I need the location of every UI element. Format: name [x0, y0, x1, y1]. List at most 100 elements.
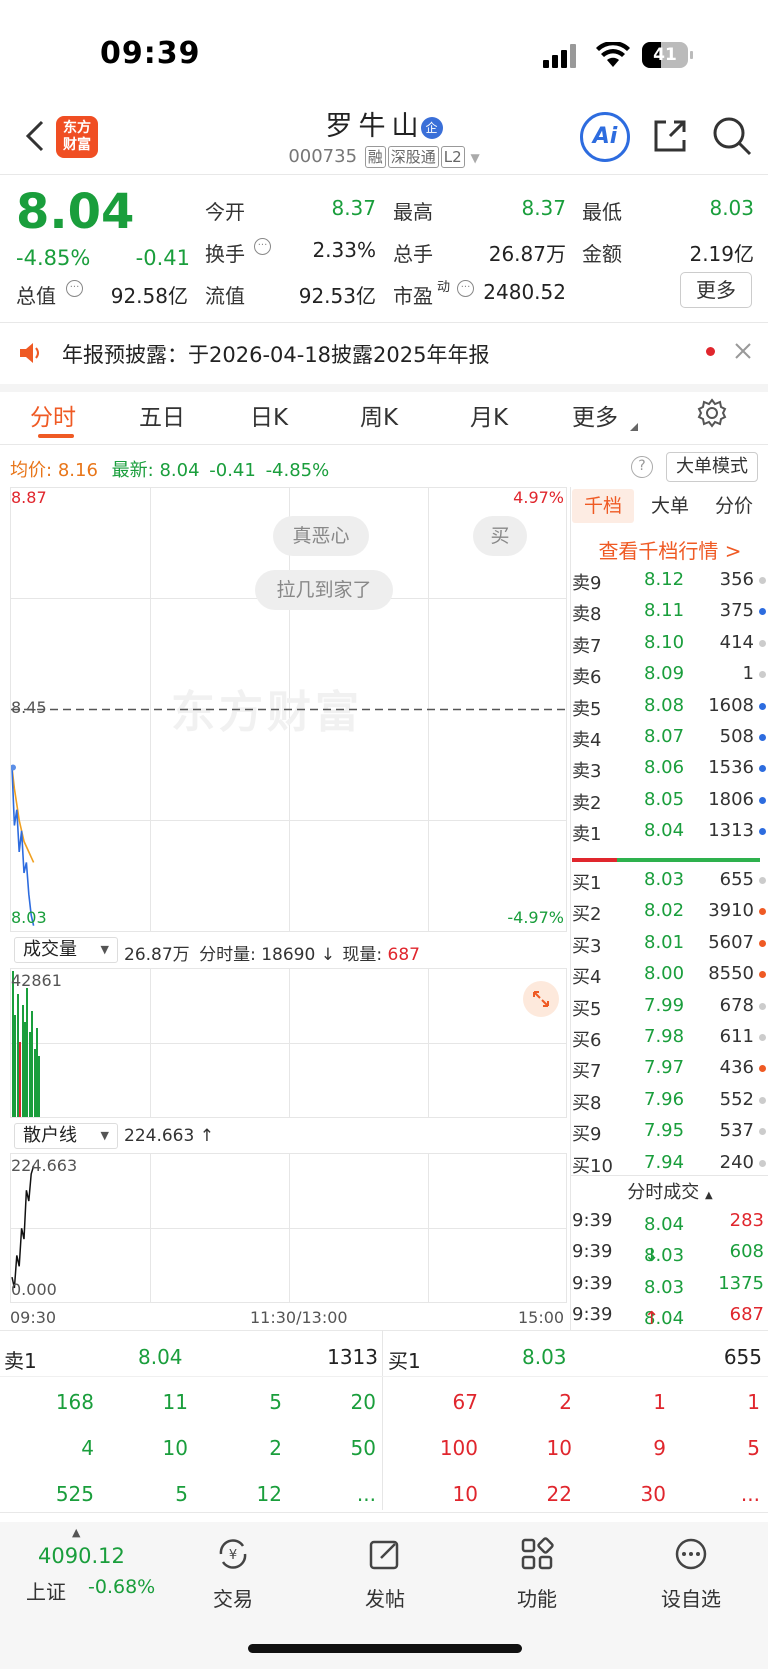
ask-price: 8.09: [644, 663, 685, 685]
danmaku-2[interactable]: 买: [473, 516, 527, 556]
queue-buy-cell: 10: [546, 1436, 572, 1460]
settings-gear-icon[interactable]: [697, 398, 727, 428]
ask-row[interactable]: 卖8 8.11 375: [572, 596, 768, 627]
index-expand-icon[interactable]: ▲: [72, 1526, 80, 1539]
ask-price: 8.10: [644, 631, 685, 653]
tick-time: 9:39: [572, 1304, 613, 1326]
sanhu-dropdown[interactable]: 散户线 ▼: [14, 1123, 118, 1149]
ask-row[interactable]: 卖3 8.06 1536: [572, 753, 768, 784]
tab-monthly-k[interactable]: 月K: [470, 398, 508, 432]
bid-row[interactable]: 买9 7.95 537: [572, 1116, 768, 1147]
more-button[interactable]: 更多: [680, 272, 752, 308]
danmaku-1[interactable]: 真恶心: [273, 516, 369, 556]
trade-icon: ¥: [219, 1539, 247, 1569]
chart-pct-bottom: -4.97%: [507, 908, 564, 927]
status-time: 09:39: [100, 36, 201, 71]
search-icon[interactable]: [710, 114, 754, 158]
ask-row[interactable]: 卖9 8.12 356: [572, 565, 768, 596]
orderbook-tab-fenjia[interactable]: 分价: [704, 489, 764, 523]
bid-row[interactable]: 买2 8.02 3910: [572, 896, 768, 927]
functions-icon: [521, 1537, 554, 1570]
bid-volume: 3910: [708, 900, 754, 922]
share-icon[interactable]: [650, 116, 690, 156]
bid-label: 买2: [572, 904, 602, 926]
queue-buy-cell: 67: [452, 1390, 478, 1414]
ask-label: 卖5: [572, 698, 602, 720]
bid-row[interactable]: 买10 7.94 240: [572, 1148, 768, 1179]
tick-time: 9:39: [572, 1210, 613, 1231]
bid-row[interactable]: 买1 8.03 655: [572, 865, 768, 896]
help-icon[interactable]: ?: [631, 456, 653, 478]
tab-daily-k[interactable]: 日K: [250, 398, 288, 432]
turnover-info-icon[interactable]: ···: [254, 238, 271, 255]
nav-post[interactable]: 发帖: [330, 1536, 440, 1612]
bid-row[interactable]: 买6 7.98 611: [572, 1022, 768, 1053]
queue-buy-cell: ...: [740, 1482, 760, 1506]
bid-label: 买9: [572, 1124, 602, 1146]
tab-five-day[interactable]: 五日: [139, 398, 185, 432]
quote-label-total-cap: 总值: [16, 284, 56, 308]
ai-button[interactable]: Ai: [580, 112, 630, 162]
home-indicator: [248, 1644, 522, 1653]
expand-icon[interactable]: [523, 981, 559, 1017]
price-chart[interactable]: 东方财富 8.87 8.45 8.03 4.97% -4.97% 真恶心 买 拉…: [10, 487, 567, 932]
chart-y-mid: 8.45: [11, 698, 47, 717]
queue-sell-cell: 12: [256, 1482, 282, 1506]
nav-functions[interactable]: 功能: [482, 1536, 592, 1612]
notice-text[interactable]: 年报预披露：于2026-04-18披露2025年年报: [62, 339, 489, 369]
danmaku-3[interactable]: 拉几到家了: [255, 570, 393, 610]
quote-label-open: 今开: [205, 200, 245, 224]
bid-label: 买10: [572, 1155, 613, 1177]
nav-trade[interactable]: ¥ 交易: [178, 1536, 288, 1612]
view-qiandang-link[interactable]: 查看千档行情 >: [572, 535, 768, 564]
queue-buy-cell: 100: [439, 1436, 478, 1460]
ask-row[interactable]: 卖5 8.08 1608: [572, 691, 768, 722]
ask-row[interactable]: 卖6 8.09 1: [572, 659, 768, 690]
ask-dot: [759, 671, 766, 679]
bid-row[interactable]: 买4 8.00 8550: [572, 959, 768, 990]
ask-volume: 1: [742, 663, 754, 685]
avg-price: 8.16: [57, 460, 98, 481]
ticks-title[interactable]: 分时成交 ▲: [572, 1178, 768, 1204]
ask-row[interactable]: 卖1 8.04 1313: [572, 816, 768, 847]
dropdown-icon[interactable]: ▼: [470, 151, 479, 165]
bid-dot: [759, 1002, 766, 1010]
ask-price: 8.11: [644, 600, 685, 622]
tick-volume: 1375: [718, 1272, 764, 1294]
tab-fenshi[interactable]: 分时: [30, 398, 76, 432]
queue-sell-volume: 1313: [327, 1345, 378, 1369]
queue-buy-cell: 1: [653, 1390, 666, 1414]
close-icon[interactable]: [734, 342, 752, 360]
ask-row[interactable]: 卖4 8.07 508: [572, 722, 768, 753]
orderbook-tab-qiandang[interactable]: 千档: [572, 489, 634, 523]
tab-more[interactable]: 更多: [572, 398, 618, 432]
bid-volume: 436: [719, 1057, 754, 1079]
bid-row[interactable]: 买3 8.01 5607: [572, 928, 768, 959]
ask-dot: [759, 577, 766, 584]
bid-price: 8.01: [644, 931, 685, 953]
quote-value-float-cap: 92.53亿: [298, 284, 376, 308]
bid-label: 买3: [572, 935, 602, 957]
ask-price: 8.05: [644, 788, 685, 810]
pe-superscript: 动: [437, 280, 451, 295]
ask-row[interactable]: 卖7 8.10 414: [572, 628, 768, 659]
ask-volume: 1608: [708, 694, 754, 716]
bid-row[interactable]: 买5 7.99 678: [572, 991, 768, 1022]
signal-icon: [543, 44, 583, 68]
orderbook-tab-dadan[interactable]: 大单: [640, 489, 700, 523]
ask-volume: 1536: [708, 757, 754, 779]
tab-weekly-k[interactable]: 周K: [360, 398, 398, 432]
volume-dropdown[interactable]: 成交量 ▼: [14, 937, 118, 963]
quote-value-low: 8.03: [709, 196, 754, 220]
nav-add-watchlist[interactable]: 设自选: [636, 1536, 746, 1612]
queue-buy-cell: 9: [653, 1436, 666, 1460]
queue-buy-cell: 2: [559, 1390, 572, 1414]
bid-row[interactable]: 买8 7.96 552: [572, 1085, 768, 1116]
ask-row[interactable]: 卖2 8.05 1806: [572, 785, 768, 816]
big-order-mode-button[interactable]: 大单模式: [666, 452, 758, 482]
bid-row[interactable]: 买7 7.97 436: [572, 1053, 768, 1084]
total-cap-info-icon[interactable]: ···: [66, 280, 83, 297]
pe-info-icon[interactable]: ···: [457, 280, 474, 297]
ask-price: 8.07: [644, 726, 685, 747]
bid-volume: 655: [719, 869, 754, 890]
